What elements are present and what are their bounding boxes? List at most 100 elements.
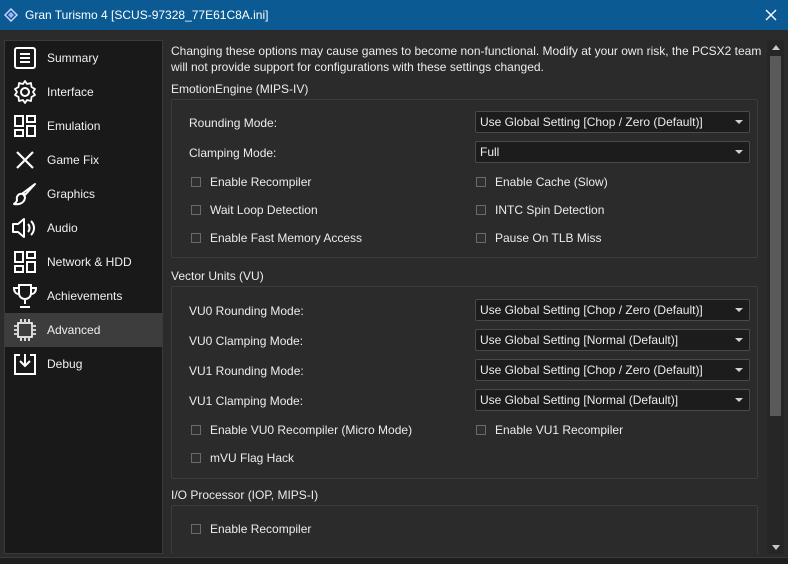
checkbox-label: INTC Spin Detection xyxy=(495,203,605,217)
checkbox-box xyxy=(476,233,486,243)
chevron-down-icon xyxy=(735,368,743,372)
ee-rounding-select[interactable]: Use Global Setting [Chop / Zero (Default… xyxy=(475,111,750,133)
sidebar-item-achievements[interactable]: Achievements xyxy=(5,279,162,313)
chevron-down-icon xyxy=(771,544,780,550)
ee-clamping-select[interactable]: Full xyxy=(475,141,750,163)
sidebar-item-emulation[interactable]: Emulation xyxy=(5,109,162,143)
checkbox-label: Wait Loop Detection xyxy=(210,203,318,217)
ee-rounding-label: Rounding Mode: xyxy=(189,116,278,130)
debug-icon xyxy=(10,349,40,379)
sidebar-item-label: Interface xyxy=(47,85,94,99)
trophy-icon xyxy=(10,281,40,311)
vertical-scrollbar[interactable] xyxy=(767,40,784,554)
checkbox-box xyxy=(191,205,201,215)
sidebar-item-debug[interactable]: Debug xyxy=(5,347,162,381)
chevron-down-icon xyxy=(735,308,743,312)
checkbox-label: Enable VU0 Recompiler (Micro Mode) xyxy=(210,423,413,437)
vu1-clamping-select[interactable]: Use Global Setting [Normal (Default)] xyxy=(475,389,750,411)
sidebar-item-label: Network & HDD xyxy=(47,255,132,269)
sidebar-item-advanced[interactable]: Advanced xyxy=(5,313,162,347)
summary-icon xyxy=(10,43,40,73)
checkbox-label: Enable Recompiler xyxy=(210,522,312,536)
checkbox-label: Enable Cache (Slow) xyxy=(495,175,608,189)
sidebar-item-network-hdd[interactable]: Network & HDD xyxy=(5,245,162,279)
chevron-up-icon xyxy=(771,44,780,50)
scroll-thumb[interactable] xyxy=(770,56,781,416)
ee-fast-memory-checkbox[interactable]: Enable Fast Memory Access xyxy=(191,231,362,245)
advanced-icon xyxy=(10,315,40,345)
ee-wait-loop-checkbox[interactable]: Wait Loop Detection xyxy=(191,203,318,217)
ee-pause-tlb-checkbox[interactable]: Pause On TLB Miss xyxy=(476,231,602,245)
vu1-rounding-select[interactable]: Use Global Setting [Chop / Zero (Default… xyxy=(475,359,750,381)
checkbox-label: mVU Flag Hack xyxy=(210,451,295,465)
checkbox-label: Enable VU1 Recompiler xyxy=(495,423,624,437)
sidebar-item-interface[interactable]: Interface xyxy=(5,75,162,109)
pcsx2-logo-icon xyxy=(3,7,19,23)
sidebar-item-summary[interactable]: Summary xyxy=(5,41,162,75)
select-value: Use Global Setting [Normal (Default)] xyxy=(480,393,679,407)
mvu-flag-hack-checkbox[interactable]: mVU Flag Hack xyxy=(191,451,294,465)
vu0-clamping-label: VU0 Clamping Mode: xyxy=(189,334,304,348)
checkbox-label: Pause On TLB Miss xyxy=(495,231,602,245)
vu0-clamping-select[interactable]: Use Global Setting [Normal (Default)] xyxy=(475,329,750,351)
iop-group: Enable Recompiler xyxy=(171,505,758,554)
window-title: Gran Turismo 4 [SCUS-97328_77E61C8A.ini] xyxy=(25,8,269,22)
select-value: Use Global Setting [Chop / Zero (Default… xyxy=(480,363,703,377)
vu1-recompiler-checkbox[interactable]: Enable VU1 Recompiler xyxy=(476,423,623,437)
checkbox-box xyxy=(476,177,486,187)
title-bar: Gran Turismo 4 [SCUS-97328_77E61C8A.ini] xyxy=(0,0,788,30)
ee-intc-spin-checkbox[interactable]: INTC Spin Detection xyxy=(476,203,604,217)
sidebar-item-label: Advanced xyxy=(47,323,101,337)
x-icon xyxy=(10,145,40,175)
vu0-recompiler-checkbox[interactable]: Enable VU0 Recompiler (Micro Mode) xyxy=(191,423,412,437)
sidebar-item-audio[interactable]: Audio xyxy=(5,211,162,245)
network-icon xyxy=(10,247,40,277)
ee-group: Rounding Mode: Use Global Setting [Chop … xyxy=(171,99,758,258)
sidebar-item-label: Audio xyxy=(47,221,78,235)
scroll-up-button[interactable] xyxy=(767,40,784,54)
vu-group: VU0 Rounding Mode: Use Global Setting [C… xyxy=(171,286,758,479)
checkbox-box xyxy=(191,425,201,435)
checkbox-box xyxy=(191,453,201,463)
checkbox-box xyxy=(476,425,486,435)
checkbox-label: Enable Recompiler xyxy=(210,175,312,189)
sidebar-item-graphics[interactable]: Graphics xyxy=(5,177,162,211)
sidebar-item-label: Summary xyxy=(47,51,99,65)
checkbox-label: Enable Fast Memory Access xyxy=(210,231,363,245)
vu1-rounding-label: VU1 Rounding Mode: xyxy=(189,364,304,378)
brush-icon xyxy=(10,179,40,209)
bottom-edge xyxy=(0,557,788,564)
checkbox-box xyxy=(191,177,201,187)
sidebar-item-label: Emulation xyxy=(47,119,101,133)
settings-sidebar: Summary Interface Emulation Game Fix Gra… xyxy=(4,40,163,554)
dashboard-icon xyxy=(10,111,40,141)
chevron-down-icon xyxy=(735,150,743,154)
warning-notice: Changing these options may cause games t… xyxy=(171,44,762,74)
vu-group-title: Vector Units (VU) xyxy=(171,269,264,283)
close-button[interactable] xyxy=(754,0,788,30)
gear-icon xyxy=(10,77,40,107)
vu0-rounding-select[interactable]: Use Global Setting [Chop / Zero (Default… xyxy=(475,299,750,321)
select-value: Use Global Setting [Normal (Default)] xyxy=(480,333,679,347)
iop-group-title: I/O Processor (IOP, MIPS-I) xyxy=(171,488,319,502)
sidebar-item-game-fix[interactable]: Game Fix xyxy=(5,143,162,177)
select-value: Use Global Setting [Chop / Zero (Default… xyxy=(480,303,703,317)
sidebar-item-label: Achievements xyxy=(47,289,123,303)
sidebar-item-label: Graphics xyxy=(47,187,96,201)
ee-enable-cache-checkbox[interactable]: Enable Cache (Slow) xyxy=(476,175,608,189)
speaker-icon xyxy=(10,213,40,243)
iop-enable-recompiler-checkbox[interactable]: Enable Recompiler xyxy=(191,522,311,536)
settings-content: Changing these options may cause games t… xyxy=(166,40,767,554)
scroll-down-button[interactable] xyxy=(767,540,784,554)
ee-enable-recompiler-checkbox[interactable]: Enable Recompiler xyxy=(191,175,311,189)
sidebar-item-label: Game Fix xyxy=(47,153,100,167)
vu1-clamping-label: VU1 Clamping Mode: xyxy=(189,394,304,408)
checkbox-box xyxy=(191,233,201,243)
select-value: Full xyxy=(480,145,500,159)
checkbox-box xyxy=(476,205,486,215)
ee-group-title: EmotionEngine (MIPS-IV) xyxy=(171,82,309,96)
select-value: Use Global Setting [Chop / Zero (Default… xyxy=(480,115,703,129)
checkbox-box xyxy=(191,524,201,534)
ee-clamping-label: Clamping Mode: xyxy=(189,146,277,160)
chevron-down-icon xyxy=(735,120,743,124)
